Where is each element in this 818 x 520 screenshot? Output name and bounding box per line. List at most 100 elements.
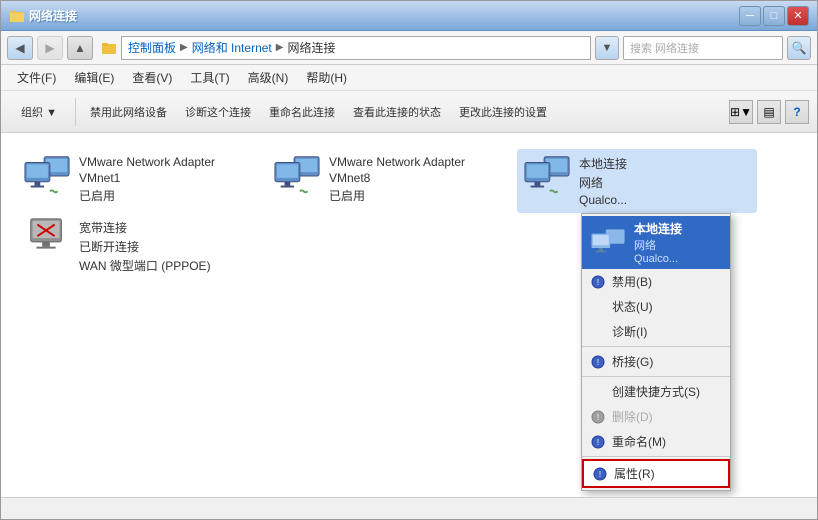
close-button[interactable]: ✕ xyxy=(787,6,809,26)
diagnose-label: 诊断这个连接 xyxy=(185,104,251,120)
search-button[interactable]: 🔍 xyxy=(787,36,811,60)
menu-help[interactable]: 帮助(H) xyxy=(298,67,355,88)
menu-view[interactable]: 查看(V) xyxy=(124,67,180,88)
view-status-button[interactable]: 查看此连接的状态 xyxy=(345,94,449,130)
network-item-local[interactable]: 本地连接 网络 Qualco... xyxy=(517,149,757,213)
change-settings-label: 更改此连接的设置 xyxy=(459,104,547,120)
breadcrumb-2: 网络和 Internet xyxy=(192,39,272,56)
svg-text:!: ! xyxy=(597,438,599,447)
sep-2: ▶ xyxy=(276,42,284,53)
view-toggle-button[interactable]: ▤ xyxy=(757,100,781,124)
toolbar: 组织 ▼ 禁用此网络设备 诊断这个连接 重命名此连接 查看此连接的状态 更改此连… xyxy=(1,91,817,133)
vmnet8-name: VMware Network Adapter xyxy=(329,155,465,169)
maximize-button[interactable]: □ xyxy=(763,6,785,26)
content-area: VMware Network Adapter VMnet1 已启用 xyxy=(1,133,817,497)
ctx-bridge-label: 桥接(G) xyxy=(612,353,653,370)
organize-label: 组织 ▼ xyxy=(21,104,57,120)
ctx-header-name: 本地连接 xyxy=(634,220,682,237)
svg-text:!: ! xyxy=(599,470,601,479)
search-box[interactable]: 搜索 网络连接 xyxy=(623,36,783,60)
network-item-broadband[interactable]: 宽带连接 已断开连接 WAN 微型端口 (PPPOE) xyxy=(17,213,257,280)
menu-file[interactable]: 文件(F) xyxy=(9,67,64,88)
ctx-properties-label: 属性(R) xyxy=(614,465,655,482)
vmnet1-info: VMware Network Adapter VMnet1 已启用 xyxy=(79,155,215,204)
ctx-shortcut-icon xyxy=(590,384,606,400)
diagnose-button[interactable]: 诊断这个连接 xyxy=(177,94,259,130)
title-controls: ─ □ ✕ xyxy=(739,6,809,26)
ctx-diagnose[interactable]: 诊断(I) xyxy=(582,319,730,344)
ctx-bridge-icon: ! xyxy=(590,354,606,370)
menu-advanced[interactable]: 高级(N) xyxy=(240,67,297,88)
vmnet8-status: 已启用 xyxy=(329,187,465,204)
context-menu-header: 本地连接 网络 Qualco... xyxy=(582,216,730,269)
context-menu: 本地连接 网络 Qualco... ! 禁用(B) xyxy=(581,213,731,491)
back-button[interactable]: ◀ xyxy=(7,36,33,60)
main-content: VMware Network Adapter VMnet1 已启用 xyxy=(1,133,817,497)
ctx-sep-2 xyxy=(582,376,730,377)
forward-button[interactable]: ▶ xyxy=(37,36,63,60)
toolbar-right: ⊞▼ ▤ ? xyxy=(729,100,809,124)
ctx-delete-label: 删除(D) xyxy=(612,408,653,425)
organize-button[interactable]: 组织 ▼ xyxy=(9,94,69,130)
ctx-status[interactable]: 状态(U) xyxy=(582,294,730,319)
svg-text:!: ! xyxy=(597,278,599,287)
ctx-disable-label: 禁用(B) xyxy=(612,273,652,290)
ctx-header-info: 本地连接 网络 Qualco... xyxy=(634,220,682,265)
view-status-label: 查看此连接的状态 xyxy=(353,104,441,120)
window-title: 网络连接 xyxy=(29,7,77,24)
local-conn-sub: Qualco... xyxy=(579,193,627,207)
disable-network-button[interactable]: 禁用此网络设备 xyxy=(82,94,175,130)
vmnet8-info: VMware Network Adapter VMnet8 已启用 xyxy=(329,155,465,204)
change-settings-button[interactable]: 更改此连接的设置 xyxy=(451,94,555,130)
ctx-sep-1 xyxy=(582,346,730,347)
disable-network-label: 禁用此网络设备 xyxy=(90,104,167,120)
vmnet8-icon xyxy=(273,155,321,195)
address-dropdown[interactable]: ▼ xyxy=(595,36,619,60)
ctx-shortcut-label: 创建快捷方式(S) xyxy=(612,383,700,400)
ctx-diagnose-icon xyxy=(590,324,606,340)
broadband-info: 宽带连接 已断开连接 WAN 微型端口 (PPPOE) xyxy=(79,219,211,274)
vmnet1-icon xyxy=(23,155,71,195)
ctx-shortcut[interactable]: 创建快捷方式(S) xyxy=(582,379,730,404)
ctx-header-sub: Qualco... xyxy=(634,253,682,265)
ctx-disable[interactable]: ! 禁用(B) xyxy=(582,269,730,294)
main-window: 网络连接 ─ □ ✕ ◀ ▶ ▲ 控制面板 ▶ 网络和 Internet ▶ 网… xyxy=(0,0,818,520)
ctx-delete[interactable]: ! 删除(D) xyxy=(582,404,730,429)
status-bar xyxy=(1,497,817,519)
ctx-properties[interactable]: ! 属性(R) xyxy=(582,459,730,488)
ctx-rename-icon: ! xyxy=(590,434,606,450)
ctx-status-label: 状态(U) xyxy=(612,298,653,315)
view-options-button[interactable]: ⊞▼ xyxy=(729,100,753,124)
menu-tools[interactable]: 工具(T) xyxy=(182,67,237,88)
ctx-rename[interactable]: ! 重命名(M) xyxy=(582,429,730,454)
broadband-status: 已断开连接 xyxy=(79,238,211,255)
network-item-vmnet1[interactable]: VMware Network Adapter VMnet1 已启用 xyxy=(17,149,257,213)
ctx-rename-label: 重命名(M) xyxy=(612,433,666,450)
ctx-diagnose-label: 诊断(I) xyxy=(612,323,647,340)
local-info: 本地连接 网络 Qualco... xyxy=(579,155,627,207)
ctx-sep-3 xyxy=(582,456,730,457)
help-button[interactable]: ? xyxy=(785,100,809,124)
menu-edit[interactable]: 编辑(E) xyxy=(66,67,122,88)
breadcrumb-1: 控制面板 xyxy=(128,39,176,56)
svg-text:!: ! xyxy=(597,358,599,367)
ctx-status-icon xyxy=(590,299,606,315)
rename-label: 重命名此连接 xyxy=(269,104,335,120)
broadband-sub: WAN 微型端口 (PPPOE) xyxy=(79,257,211,274)
minimize-button[interactable]: ─ xyxy=(739,6,761,26)
breadcrumb-3: 网络连接 xyxy=(287,39,335,56)
sep-1: ▶ xyxy=(180,42,188,53)
network-item-vmnet8[interactable]: VMware Network Adapter VMnet8 已启用 xyxy=(267,149,507,213)
title-bar-left: 网络连接 xyxy=(9,7,77,24)
rename-button[interactable]: 重命名此连接 xyxy=(261,94,343,130)
address-path[interactable]: 控制面板 ▶ 网络和 Internet ▶ 网络连接 xyxy=(121,36,591,60)
ctx-disable-icon: ! xyxy=(590,274,606,290)
up-button[interactable]: ▲ xyxy=(67,36,93,60)
svg-text:!: ! xyxy=(597,413,599,422)
path-folder-icon xyxy=(101,40,117,56)
ctx-properties-icon: ! xyxy=(592,466,608,482)
vmnet1-status: 已启用 xyxy=(79,187,215,204)
menu-bar: 文件(F) 编辑(E) 查看(V) 工具(T) 高级(N) 帮助(H) xyxy=(1,65,817,91)
local-conn-net: 网络 xyxy=(579,174,627,191)
ctx-bridge[interactable]: ! 桥接(G) xyxy=(582,349,730,374)
